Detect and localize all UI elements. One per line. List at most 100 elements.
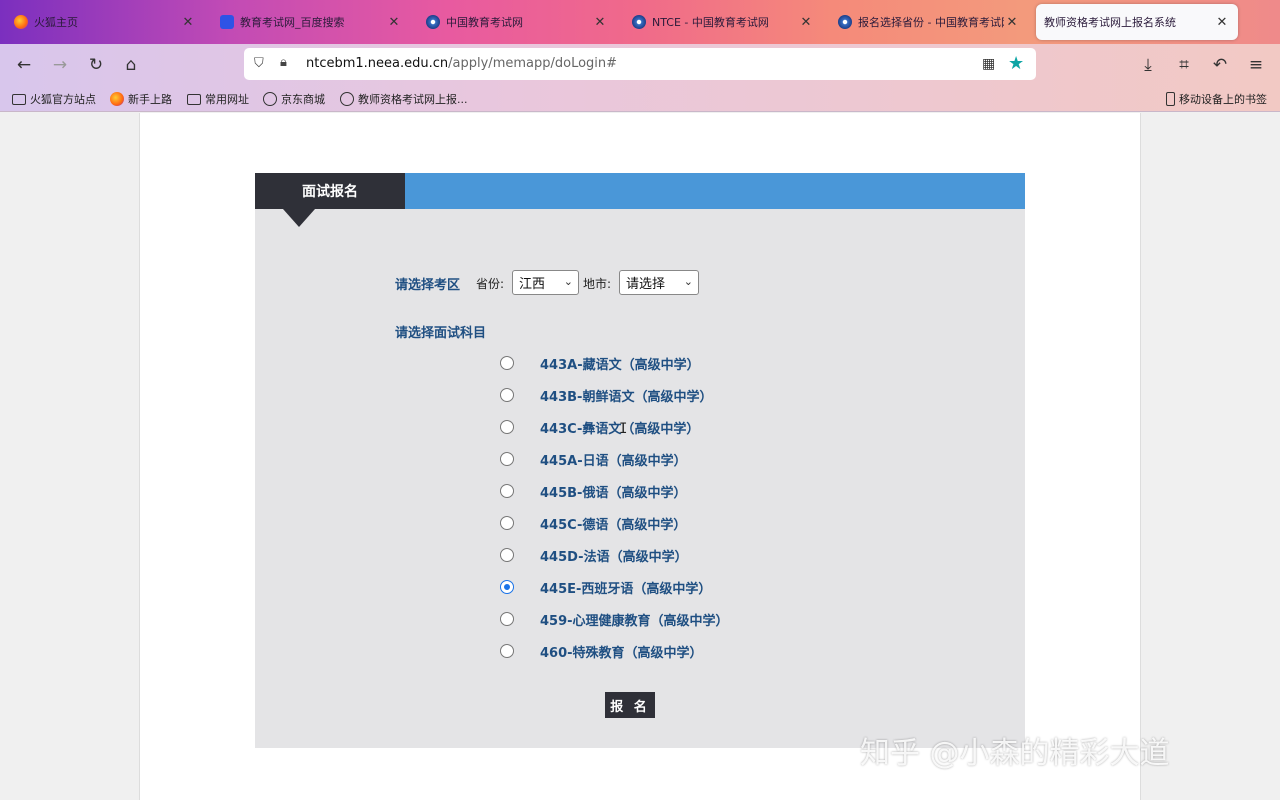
close-icon[interactable]: ✕ bbox=[386, 15, 402, 30]
city-label: 地市: bbox=[583, 277, 612, 291]
radio-button[interactable] bbox=[500, 516, 514, 530]
subject-option-label[interactable]: 445C-德语（高级中学） bbox=[540, 514, 686, 533]
tab-title: 教育考试网_百度搜索 bbox=[240, 16, 345, 29]
bookmark-jd[interactable]: 京东商城 bbox=[263, 90, 325, 108]
tab-baidu-search[interactable]: 教育考试网_百度搜索 ✕ bbox=[212, 4, 410, 40]
subject-option[interactable]: 445A-日语（高级中学） bbox=[500, 449, 760, 469]
bookmark-label: 教师资格考试网上报... bbox=[358, 93, 468, 106]
radio-button[interactable] bbox=[500, 388, 514, 402]
menu-icon[interactable]: ≡ bbox=[1244, 53, 1268, 77]
bookmark-firefox-site[interactable]: 火狐官方站点 bbox=[12, 90, 96, 108]
shield-icon[interactable]: ⛉ bbox=[254, 56, 270, 72]
text-cursor-icon: I bbox=[619, 421, 628, 437]
radio-button[interactable] bbox=[500, 548, 514, 562]
globe-icon bbox=[263, 92, 277, 106]
tab-teacher-registration[interactable]: 教师资格考试网上报名系统 ✕ bbox=[1036, 4, 1238, 40]
bookmark-star-icon[interactable]: ★ bbox=[1008, 53, 1028, 74]
radio-button[interactable] bbox=[500, 612, 514, 626]
subject-option[interactable]: 445B-俄语（高级中学） bbox=[500, 481, 760, 501]
tab-firefox-home[interactable]: 火狐主页 ✕ bbox=[6, 4, 204, 40]
tab-pointer bbox=[283, 209, 315, 227]
folder-icon bbox=[187, 93, 201, 105]
tab-bar: 火狐主页 ✕ 教育考试网_百度搜索 ✕ 中国教育考试网 ✕ NTCE - 中国教… bbox=[0, 0, 1280, 44]
home-icon[interactable]: ⌂ bbox=[119, 53, 143, 77]
bookmark-common-sites[interactable]: 常用网址 bbox=[187, 90, 249, 108]
subject-option[interactable]: 445D-法语（高级中学） bbox=[500, 545, 760, 565]
province-select[interactable]: 江西 ⌄ bbox=[512, 270, 579, 295]
bookmark-label: 新手上路 bbox=[128, 93, 172, 106]
bookmark-label: 移动设备上的书签 bbox=[1179, 93, 1267, 106]
subject-option-label[interactable]: 445D-法语（高级中学） bbox=[540, 546, 688, 565]
url-path: /apply/memapp/doLogin# bbox=[448, 56, 618, 71]
radio-button[interactable] bbox=[500, 356, 514, 370]
forward-icon[interactable]: → bbox=[48, 53, 72, 77]
subject-option-label[interactable]: 445A-日语（高级中学） bbox=[540, 450, 687, 469]
tab-neea[interactable]: 中国教育考试网 ✕ bbox=[418, 4, 616, 40]
tab-title: NTCE - 中国教育考试网 bbox=[652, 16, 769, 29]
province-value: 江西 bbox=[519, 277, 546, 292]
radio-button-checked[interactable] bbox=[500, 580, 514, 594]
subject-option-label[interactable]: 443B-朝鲜语文（高级中学） bbox=[540, 386, 712, 405]
subject-option-selected[interactable]: 445E-西班牙语（高级中学） bbox=[500, 577, 760, 597]
subject-option-label[interactable]: 443A-藏语文（高级中学） bbox=[540, 354, 700, 373]
neea-icon bbox=[632, 15, 646, 29]
chevron-down-icon: ⌄ bbox=[563, 275, 573, 288]
bookmark-mobile[interactable]: 移动设备上的书签 bbox=[1166, 90, 1267, 108]
crop-icon[interactable]: ⌗ bbox=[1172, 53, 1196, 77]
subject-option-label[interactable]: 445B-俄语（高级中学） bbox=[540, 482, 686, 501]
bookmark-getting-started[interactable]: 新手上路 bbox=[110, 90, 172, 108]
bookmark-label: 常用网址 bbox=[205, 93, 249, 106]
panel-tab-interview: 面试报名 bbox=[255, 173, 405, 209]
folder-icon bbox=[12, 93, 26, 105]
firefox-icon bbox=[110, 92, 124, 106]
subject-option[interactable]: 443A-藏语文（高级中学） bbox=[500, 353, 760, 373]
close-icon[interactable]: ✕ bbox=[1004, 15, 1020, 30]
city-select[interactable]: 请选择 ⌄ bbox=[619, 270, 699, 295]
reload-icon[interactable]: ↻ bbox=[84, 53, 108, 77]
mobile-icon bbox=[1166, 92, 1175, 106]
subject-option[interactable]: 459-心理健康教育（高级中学） bbox=[500, 609, 760, 629]
subject-option[interactable]: 460-特殊教育（高级中学） bbox=[500, 641, 760, 661]
register-button[interactable]: 报 名 bbox=[605, 692, 655, 718]
bookmark-teacher-exam[interactable]: 教师资格考试网上报... bbox=[340, 90, 468, 108]
close-icon[interactable]: ✕ bbox=[592, 15, 608, 30]
url-text[interactable]: ntcebm1.neea.edu.cn/apply/memapp/doLogin… bbox=[306, 56, 617, 71]
subject-option-label[interactable]: 445E-西班牙语（高级中学） bbox=[540, 578, 711, 597]
url-domain: ntcebm1.neea.edu.cn bbox=[306, 56, 449, 71]
bookmarks-bar: 火狐官方站点 新手上路 常用网址 京东商城 教师资格考试网上报... 移动设备上… bbox=[0, 86, 1280, 112]
close-icon[interactable]: ✕ bbox=[798, 15, 814, 30]
tab-title: 火狐主页 bbox=[34, 16, 78, 29]
radio-button[interactable] bbox=[500, 484, 514, 498]
subject-option[interactable]: 445C-德语（高级中学） bbox=[500, 513, 760, 533]
bookmark-label: 京东商城 bbox=[281, 93, 325, 106]
qr-code-icon[interactable]: ▦ bbox=[982, 56, 998, 72]
subject-option-label[interactable]: 459-心理健康教育（高级中学） bbox=[540, 610, 729, 629]
firefox-icon bbox=[14, 15, 28, 29]
close-icon[interactable]: ✕ bbox=[180, 15, 196, 30]
subject-option[interactable]: 443C-彝语文（高级中学） bbox=[500, 417, 760, 437]
tab-select-province[interactable]: 报名选择省份 - 中国教育考试网 ✕ bbox=[830, 4, 1028, 40]
region-label: 请选择考区 bbox=[395, 278, 461, 293]
neea-icon bbox=[426, 15, 440, 29]
neea-icon bbox=[838, 15, 852, 29]
radio-button[interactable] bbox=[500, 420, 514, 434]
radio-button[interactable] bbox=[500, 452, 514, 466]
subject-option-label[interactable]: 460-特殊教育（高级中学） bbox=[540, 642, 703, 661]
tab-title: 教师资格考试网上报名系统 bbox=[1044, 16, 1176, 29]
radio-button[interactable] bbox=[500, 644, 514, 658]
watermark: 知乎 @小森的精彩大道 bbox=[860, 736, 1170, 771]
tab-ntce[interactable]: NTCE - 中国教育考试网 ✕ bbox=[624, 4, 822, 40]
address-bar[interactable]: ⛉ 🔒︎ ntcebm1.neea.edu.cn/apply/memapp/do… bbox=[244, 48, 1036, 80]
undo-icon[interactable]: ↶ bbox=[1208, 53, 1232, 77]
subject-option[interactable]: 443B-朝鲜语文（高级中学） bbox=[500, 385, 760, 405]
lock-icon[interactable]: 🔒︎ bbox=[280, 55, 296, 73]
nav-bar: ← → ↻ ⌂ ⛉ 🔒︎ ntcebm1.neea.edu.cn/apply/m… bbox=[0, 44, 1280, 86]
download-icon[interactable]: ⤓ bbox=[1136, 53, 1160, 77]
city-value: 请选择 bbox=[626, 277, 666, 292]
chevron-down-icon: ⌄ bbox=[683, 275, 693, 288]
subject-label: 请选择面试科目 bbox=[395, 326, 487, 341]
close-icon[interactable]: ✕ bbox=[1214, 15, 1230, 30]
globe-icon bbox=[340, 92, 354, 106]
bookmark-label: 火狐官方站点 bbox=[30, 93, 96, 106]
back-icon[interactable]: ← bbox=[12, 53, 36, 77]
